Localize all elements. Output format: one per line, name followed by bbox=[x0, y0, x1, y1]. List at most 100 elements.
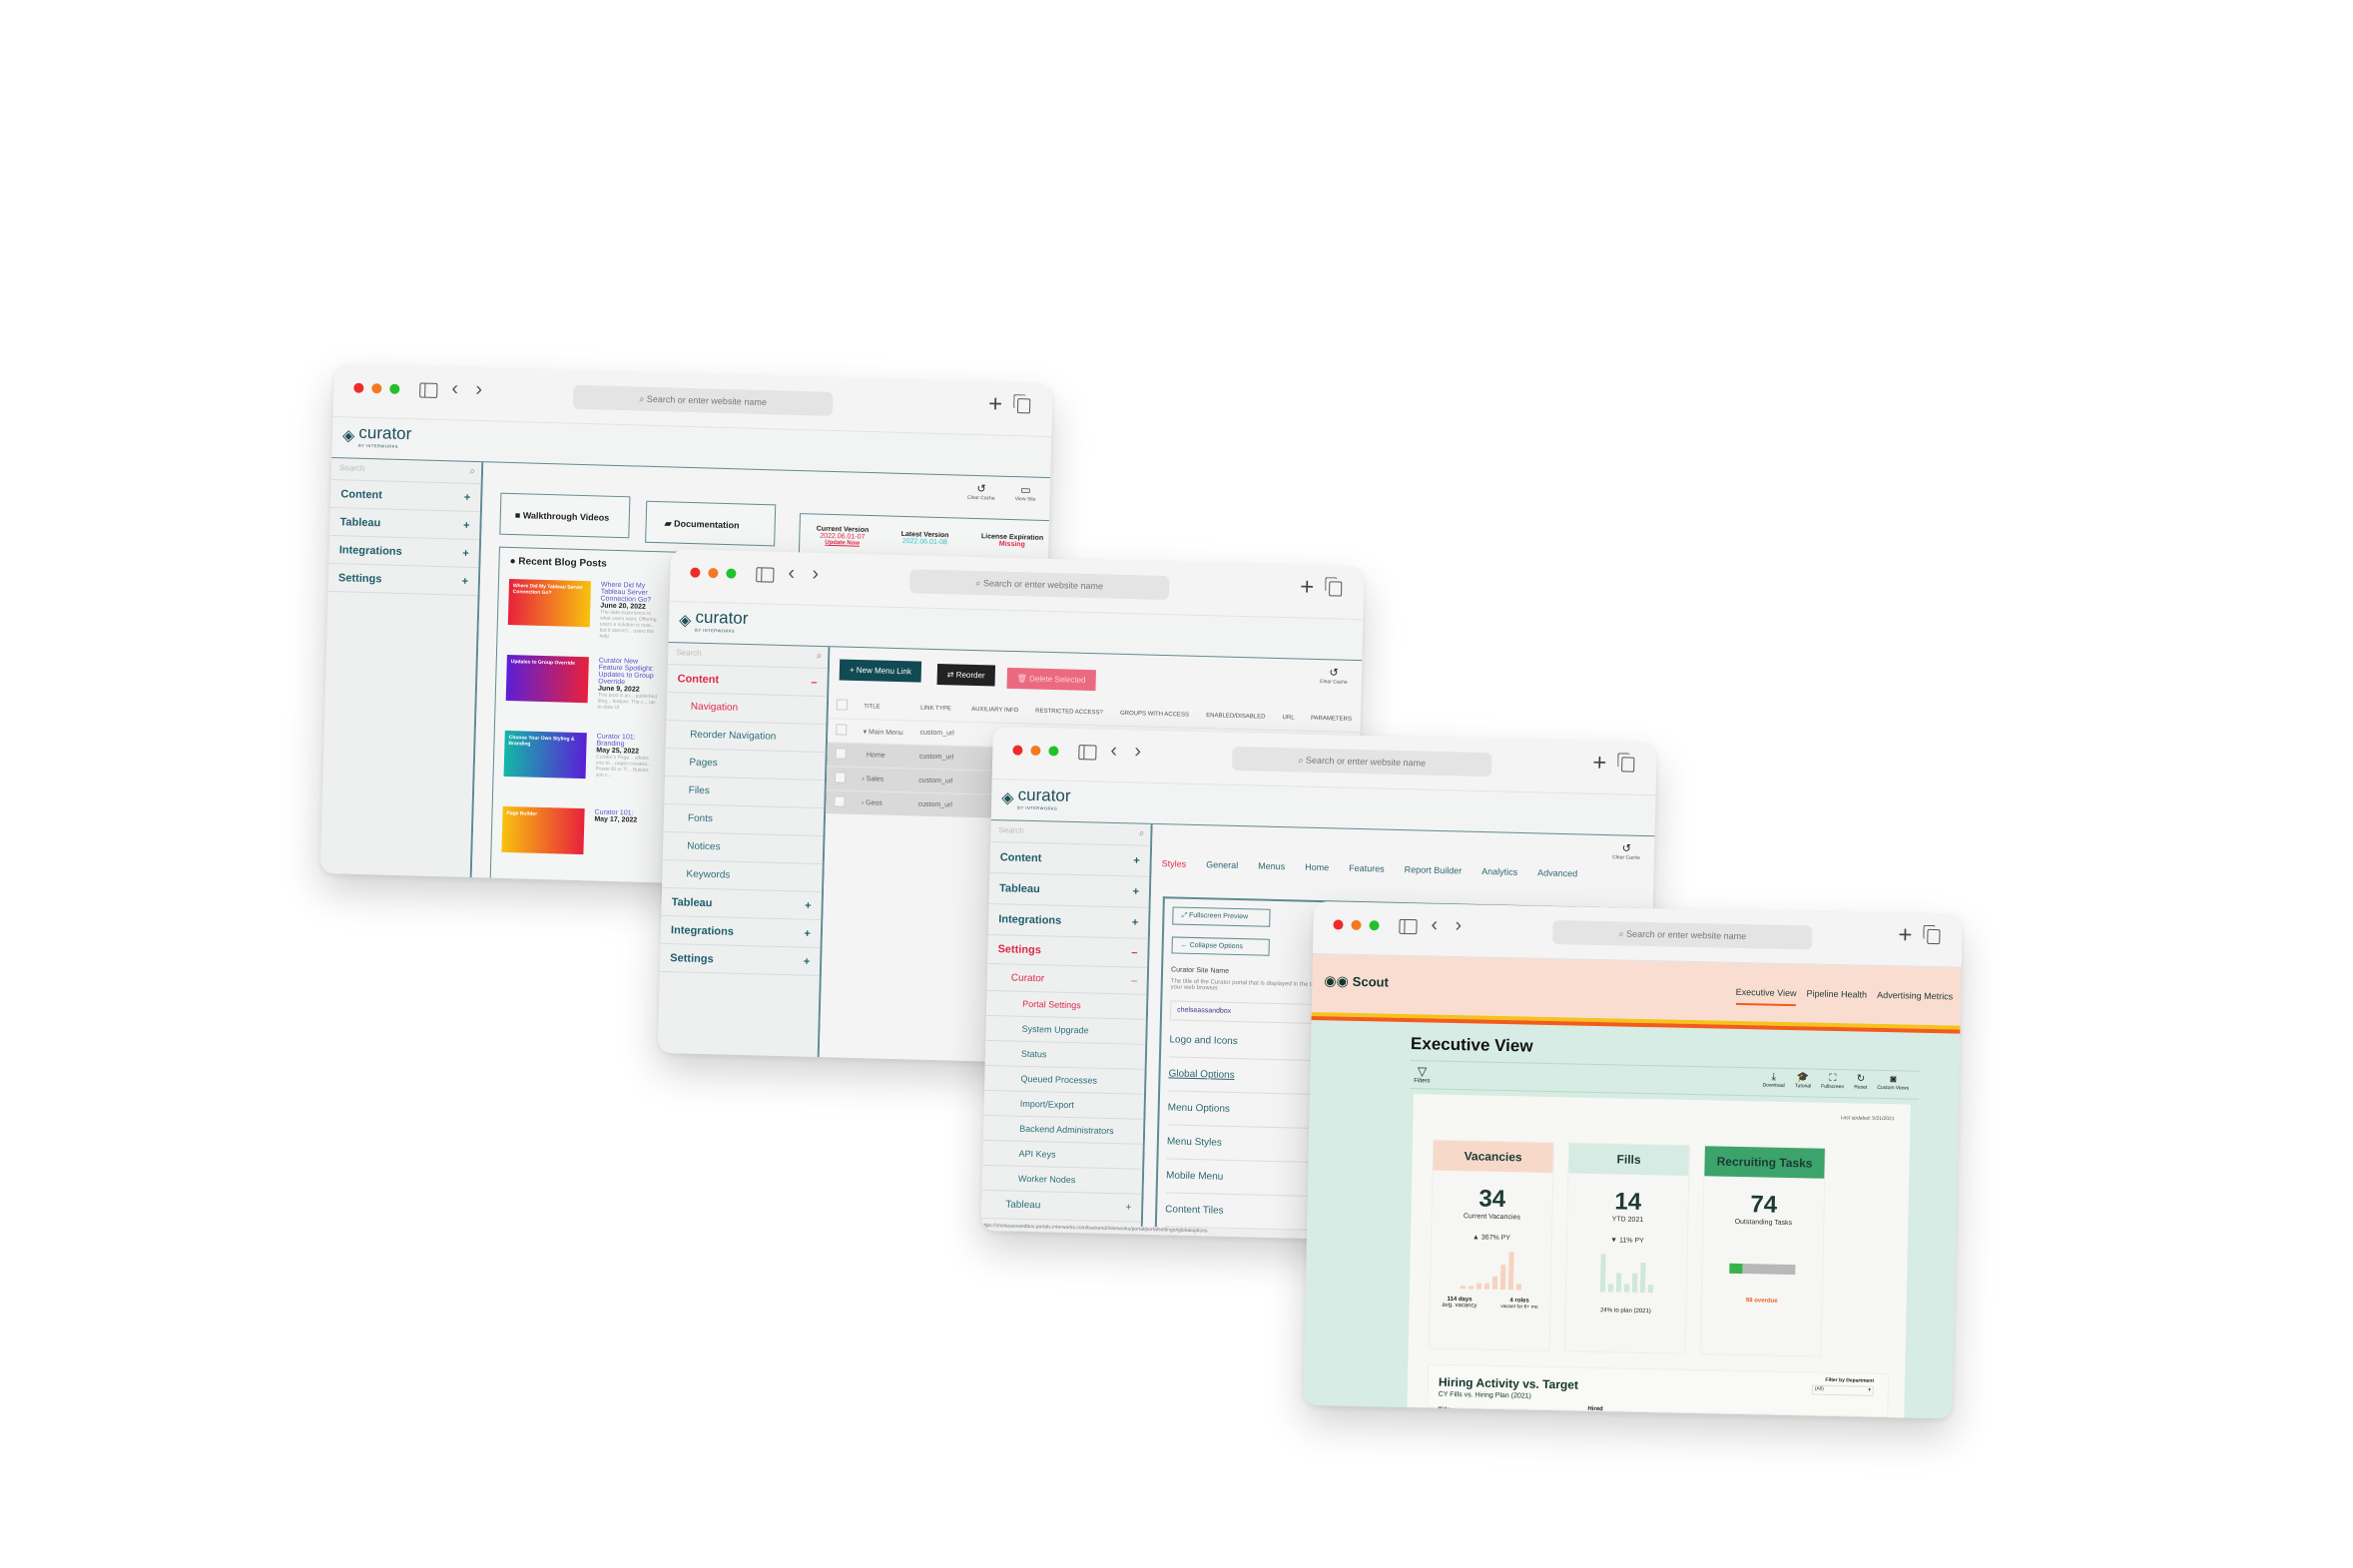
sidebar-item-worker-nodes[interactable]: Worker Nodes bbox=[981, 1165, 1143, 1195]
back-button[interactable]: ‹ bbox=[1431, 913, 1438, 935]
sidebar-item-system-upgrade[interactable]: System Upgrade bbox=[985, 1015, 1146, 1045]
sidebar-toggle-icon[interactable] bbox=[1078, 745, 1097, 761]
sidebar-item-backend-administrators[interactable]: Backend Administrators bbox=[982, 1115, 1144, 1145]
new-tab-button[interactable]: + bbox=[988, 390, 1003, 417]
delete-selected-button[interactable]: 🗑 Delete Selected bbox=[1006, 667, 1096, 692]
tabs-overview-icon[interactable] bbox=[1621, 757, 1635, 773]
curator-logo[interactable]: ◈ curator BY INTERWORKS bbox=[679, 608, 749, 634]
row-checkbox[interactable] bbox=[836, 724, 848, 736]
accordion-mobile-menu[interactable]: Mobile Menu+ bbox=[1165, 1158, 1317, 1198]
sidebar-item-content[interactable]: Content – bbox=[667, 664, 828, 698]
walkthrough-videos-card[interactable]: ■ Walkthrough Videos bbox=[499, 492, 631, 539]
sidebar-item-tableau[interactable]: Tableau + bbox=[988, 872, 1150, 908]
address-bar[interactable]: ⌕ Search or enter website name bbox=[1231, 746, 1492, 778]
sidebar-item-api-keys[interactable]: API Keys bbox=[982, 1140, 1143, 1170]
tab-styles[interactable]: Styles bbox=[1162, 858, 1187, 869]
expand-row-icon[interactable]: › bbox=[862, 776, 865, 783]
tabs-overview-icon[interactable] bbox=[1016, 398, 1031, 414]
accordion-content-tiles[interactable]: Content Tiles+ bbox=[1164, 1192, 1316, 1232]
sidebar-item-integrations[interactable]: Integrations + bbox=[987, 903, 1149, 939]
tab-home[interactable]: Home bbox=[1305, 862, 1329, 873]
curator-logo[interactable]: ◈ curator BY INTERWORKS bbox=[342, 423, 412, 449]
sidebar-search-input[interactable]: Search ⌕ bbox=[990, 819, 1151, 846]
forward-button[interactable]: › bbox=[812, 563, 819, 585]
expand-row-icon[interactable]: › bbox=[862, 799, 865, 806]
sidebar-item-notices[interactable]: Notices bbox=[662, 831, 824, 865]
nav-executive-view[interactable]: Executive View bbox=[1735, 986, 1797, 1007]
sidebar-item-queued-processes[interactable]: Queued Processes bbox=[984, 1065, 1145, 1095]
fullscreen-button[interactable]: ⛶ Fullscreen bbox=[1821, 1073, 1844, 1090]
tab-analytics[interactable]: Analytics bbox=[1481, 866, 1517, 877]
tab-general[interactable]: General bbox=[1206, 859, 1238, 870]
sidebar-item-content[interactable]: Content + bbox=[989, 841, 1151, 877]
minimize-window-button[interactable] bbox=[1030, 745, 1041, 757]
expand-row-icon[interactable]: ▾ bbox=[864, 729, 868, 736]
site-name-input[interactable]: chelseassandbox bbox=[1169, 1000, 1329, 1025]
address-bar[interactable]: ⌕ Search or enter website name bbox=[1552, 920, 1813, 950]
sidebar-item-settings[interactable]: Settings + bbox=[327, 563, 479, 597]
sidebar-item-content[interactable]: Content + bbox=[329, 479, 481, 513]
new-tab-button[interactable]: + bbox=[1592, 750, 1607, 777]
accordion-logo-and-icons[interactable]: Logo and Icons+ bbox=[1168, 1022, 1320, 1062]
sidebar-item-settings[interactable]: Settings – bbox=[987, 934, 1148, 968]
close-window-button[interactable] bbox=[1333, 919, 1344, 930]
tabs-overview-icon[interactable] bbox=[1927, 928, 1941, 945]
sidebar-item-integrations[interactable]: Integrations + bbox=[328, 535, 480, 569]
close-window-button[interactable] bbox=[1012, 745, 1023, 756]
sidebar-toggle-icon[interactable] bbox=[419, 382, 438, 398]
maximize-window-button[interactable] bbox=[1369, 920, 1380, 931]
tutorial-button[interactable]: 🎓 Tutorial bbox=[1795, 1072, 1812, 1089]
back-button[interactable]: ‹ bbox=[451, 377, 458, 399]
sidebar-item-pages[interactable]: Pages bbox=[665, 748, 826, 782]
download-button[interactable]: ⤓ Download bbox=[1762, 1071, 1785, 1089]
sidebar-item-import-export[interactable]: Import/Export bbox=[983, 1090, 1145, 1120]
maximize-window-button[interactable] bbox=[389, 383, 400, 394]
minimize-window-button[interactable] bbox=[371, 383, 382, 394]
sidebar-item-keywords[interactable]: Keywords bbox=[662, 859, 823, 893]
row-checkbox[interactable] bbox=[835, 748, 847, 760]
address-bar[interactable]: ⌕ Search or enter website name bbox=[572, 384, 834, 416]
tabs-overview-icon[interactable] bbox=[1328, 581, 1343, 597]
forward-button[interactable]: › bbox=[475, 378, 482, 400]
scout-logo[interactable]: ◉◉ Scout bbox=[1324, 972, 1389, 990]
minimize-window-button[interactable] bbox=[708, 567, 719, 579]
kpi-vacancies[interactable]: Vacancies 34 Current Vacancies ▲ 367% PY… bbox=[1428, 1139, 1555, 1352]
reset-button[interactable]: ↻ Reset bbox=[1854, 1073, 1867, 1090]
tab-features[interactable]: Features bbox=[1349, 863, 1385, 874]
tab-menus[interactable]: Menus bbox=[1258, 861, 1285, 872]
curator-logo[interactable]: ◈ curator BY INTERWORKS bbox=[1001, 785, 1071, 811]
sidebar-item-tableau[interactable]: Tableau + bbox=[329, 507, 480, 541]
accordion-menu-styles[interactable]: Menu Styles+ bbox=[1166, 1124, 1318, 1164]
sidebar-search-input[interactable]: Search ⌕ bbox=[667, 642, 829, 670]
sidebar-item-tableau-settings[interactable]: Tableau + bbox=[980, 1190, 1142, 1223]
sidebar-toggle-icon[interactable] bbox=[1399, 918, 1418, 935]
nav-advertising-metrics[interactable]: Advertising Metrics bbox=[1877, 990, 1953, 1010]
maximize-window-button[interactable] bbox=[1048, 746, 1059, 757]
sidebar-item-settings[interactable]: Settings + bbox=[659, 943, 821, 977]
accordion-menu-options[interactable]: Menu Options+ bbox=[1167, 1090, 1319, 1130]
minimize-window-button[interactable] bbox=[1351, 919, 1362, 930]
kpi-recruiting-tasks[interactable]: Recruiting Tasks 74 Outstanding Tasks 59… bbox=[1699, 1145, 1826, 1357]
kpi-fills[interactable]: Fills 14 YTD 2021 ▼ 11% PY 24% to plan (… bbox=[1563, 1142, 1690, 1354]
collapse-options-button[interactable]: ← Collapse Options bbox=[1171, 936, 1270, 956]
sidebar-item-curator[interactable]: Curator – bbox=[986, 963, 1148, 995]
clear-cache-button[interactable]: ↺ Clear Cache bbox=[967, 482, 995, 502]
sidebar-item-tableau[interactable]: Tableau + bbox=[661, 887, 823, 921]
reorder-button[interactable]: ⇄ Reorder bbox=[936, 664, 995, 687]
sidebar-item-portal-settings[interactable]: Portal Settings bbox=[985, 990, 1147, 1020]
sidebar-item-fonts[interactable]: Fonts bbox=[663, 803, 825, 837]
view-site-button[interactable]: ▭ View Site bbox=[1015, 483, 1036, 502]
row-checkbox[interactable] bbox=[834, 772, 847, 784]
fullscreen-preview-button[interactable]: ⤢ Fullscreen Preview bbox=[1172, 906, 1271, 927]
back-button[interactable]: ‹ bbox=[1110, 740, 1117, 762]
sidebar-item-navigation[interactable]: Navigation bbox=[666, 692, 828, 726]
sidebar-item-integrations[interactable]: Integrations + bbox=[660, 915, 822, 949]
custom-views-button[interactable]: ◙ Custom Views bbox=[1877, 1074, 1909, 1091]
new-menu-link-button[interactable]: + New Menu Link bbox=[839, 659, 922, 683]
new-tab-button[interactable]: + bbox=[1300, 574, 1315, 601]
sidebar-item-files[interactable]: Files bbox=[664, 776, 825, 809]
row-checkbox[interactable] bbox=[834, 795, 846, 807]
clear-cache-button[interactable]: ↺ Clear Cache bbox=[1320, 666, 1348, 685]
forward-button[interactable]: › bbox=[1134, 740, 1141, 762]
tab-report-builder[interactable]: Report Builder bbox=[1405, 864, 1463, 875]
